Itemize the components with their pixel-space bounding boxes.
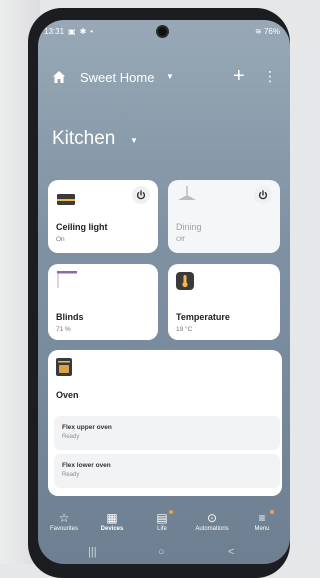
list-item-lower-oven[interactable]: Flex lower oven Ready [54,454,280,488]
app-header: Sweet Home ▼ + ⋮ [38,65,290,90]
device-card-temperature[interactable]: Temperature 19 °C [168,264,280,340]
more-options-icon[interactable]: ⋮ [263,68,277,85]
device-card-dining[interactable]: Dining Off [168,180,280,253]
nav-label: Menu [254,526,270,532]
status-left: 13:31 ▣ ✱ • [44,27,93,36]
life-icon: ▤ [156,511,168,525]
front-camera [158,27,167,36]
device-state: On [56,236,65,243]
nav-label: Automations [195,526,229,532]
app-screen: 13:31 ▣ ✱ • ≋ 76% Sweet Home ▼ + ⋮ Kitch… [38,20,290,564]
menu-notification-dot [270,510,274,514]
home-button-icon[interactable]: ○ [158,546,165,558]
menu-icon: ≡ [258,511,266,525]
nav-menu[interactable]: ≡ Menu [238,510,286,532]
device-name: Ceiling light [56,222,108,232]
devices-grid-icon: ▦ [106,511,118,525]
bottom-navigation: ☆ Favourites ▦ Devices ▤ Life ⊙ Automati… [38,510,290,540]
nav-life[interactable]: ▤ Life [138,510,186,532]
automations-icon: ⊙ [206,511,218,525]
ceiling-light-icon [57,194,75,205]
pendant-lamp-icon [178,186,196,200]
nav-label: Favourites [49,526,78,532]
system-navigation-bar: ||| ○ < [38,544,290,564]
sub-device-name: Flex upper oven [62,424,112,431]
power-icon [136,190,146,200]
back-icon[interactable]: < [228,546,234,558]
blinds-icon [57,271,77,288]
power-button[interactable] [254,186,272,204]
star-icon: ☆ [58,511,70,525]
status-time: 13:31 [44,27,65,36]
nav-label: Devices [100,526,124,532]
oven-icon [56,358,72,376]
recent-apps-icon[interactable]: ||| [88,546,97,558]
sub-device-state: Ready [62,472,80,478]
thermometer-icon [176,272,194,290]
nav-favourites[interactable]: ☆ Favourites [40,510,88,532]
nav-devices[interactable]: ▦ Devices [88,510,136,532]
notification-icon: ▣ [68,27,76,36]
sub-device-name: Flex lower oven [62,462,111,469]
add-icon[interactable]: + [233,65,245,88]
life-notification-dot [169,510,173,514]
status-right: ≋ 76% [255,27,280,36]
more-notifications-icon: • [90,27,94,36]
settings-icon: ✱ [79,27,87,36]
battery-level: 76% [263,27,280,36]
chevron-down-icon[interactable]: ▼ [166,72,174,81]
device-state: Off [176,236,185,243]
room-chevron-down-icon[interactable]: ▼ [130,136,138,145]
device-state: 71 % [56,326,71,333]
device-card-ceiling-light[interactable]: Ceiling light On [48,180,158,253]
nav-automations[interactable]: ⊙ Automations [188,510,236,532]
device-card-blinds[interactable]: Blinds 71 % [48,264,158,340]
home-icon[interactable] [52,70,66,84]
nav-label: Life [157,526,167,532]
status-bar: 13:31 ▣ ✱ • ≋ 76% [38,20,290,42]
list-item-upper-oven[interactable]: Flex upper oven Ready [54,416,280,450]
power-button[interactable] [132,186,150,204]
sub-device-state: Ready [62,434,80,440]
phone-frame: 13:31 ▣ ✱ • ≋ 76% Sweet Home ▼ + ⋮ Kitch… [28,8,290,578]
wifi-icon: ≋ [255,27,262,36]
device-name: Temperature [176,312,230,322]
home-selector[interactable]: Sweet Home [80,70,154,85]
power-icon [258,190,268,200]
device-name: Blinds [56,312,84,322]
room-selector[interactable]: Kitchen [52,128,115,150]
device-state: 19 °C [176,326,193,333]
device-name: Oven [56,390,79,400]
device-card-oven[interactable]: Oven Flex upper oven Ready Flex lower ov… [48,350,282,496]
device-name: Dining [176,222,202,232]
